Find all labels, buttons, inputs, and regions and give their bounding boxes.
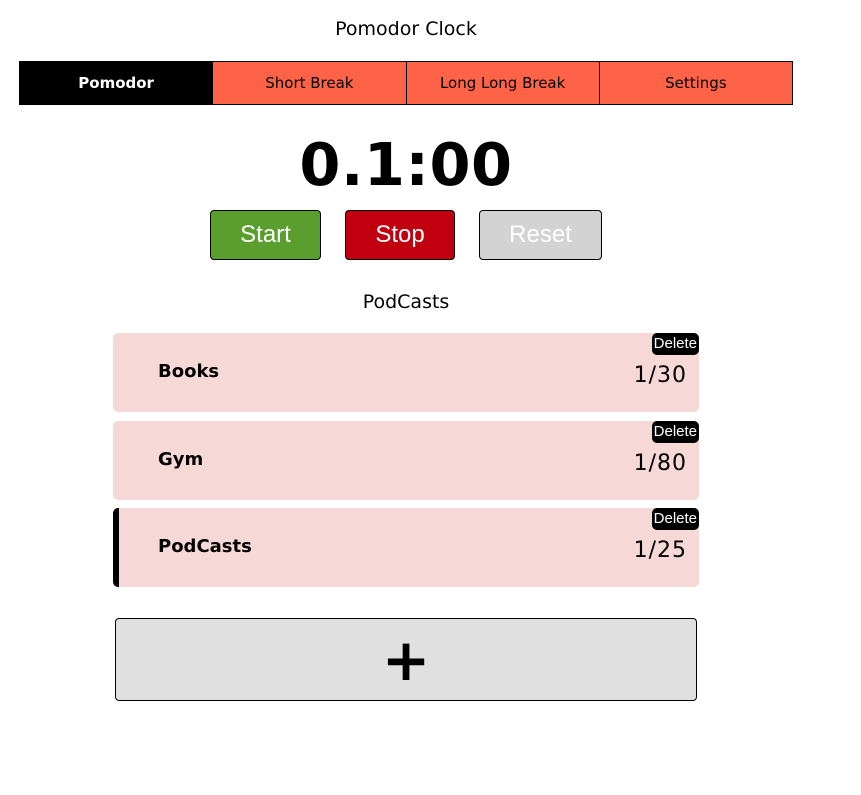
task-item-podcasts[interactable]: PodCasts 1/25 Delete <box>113 508 699 587</box>
timer-display: 0.1:00 <box>299 130 513 199</box>
task-count: 1/30 <box>633 363 687 388</box>
delete-task-button[interactable]: Delete <box>651 333 699 355</box>
task-item-gym[interactable]: Gym 1/80 Delete <box>113 421 699 500</box>
tab-short-break[interactable]: Short Break <box>213 61 407 105</box>
plus-icon: + <box>381 625 431 694</box>
stop-button[interactable]: Stop <box>345 210 455 260</box>
tab-settings[interactable]: Settings <box>599 61 793 105</box>
delete-task-button[interactable]: Delete <box>651 508 699 530</box>
current-task-label: PodCasts <box>362 291 450 313</box>
reset-button[interactable]: Reset <box>479 210 602 260</box>
delete-task-button[interactable]: Delete <box>651 421 699 443</box>
app-title: Pomodor Clock <box>335 18 477 40</box>
task-item-books[interactable]: Books 1/30 Delete <box>113 333 699 412</box>
start-button[interactable]: Start <box>210 210 321 260</box>
add-task-button[interactable]: + <box>115 618 697 701</box>
task-count: 1/25 <box>633 538 687 563</box>
tab-pomodor[interactable]: Pomodor <box>19 61 214 105</box>
task-name: Books <box>158 361 220 382</box>
pomodoro-app: Pomodor Clock Pomodor Short Break Long L… <box>0 0 861 795</box>
mode-tabs: Pomodor Short Break Long Long Break Sett… <box>19 61 793 105</box>
task-count: 1/80 <box>633 451 687 476</box>
task-name: Gym <box>158 449 204 470</box>
tab-long-break[interactable]: Long Long Break <box>406 61 600 105</box>
task-name: PodCasts <box>158 536 252 557</box>
